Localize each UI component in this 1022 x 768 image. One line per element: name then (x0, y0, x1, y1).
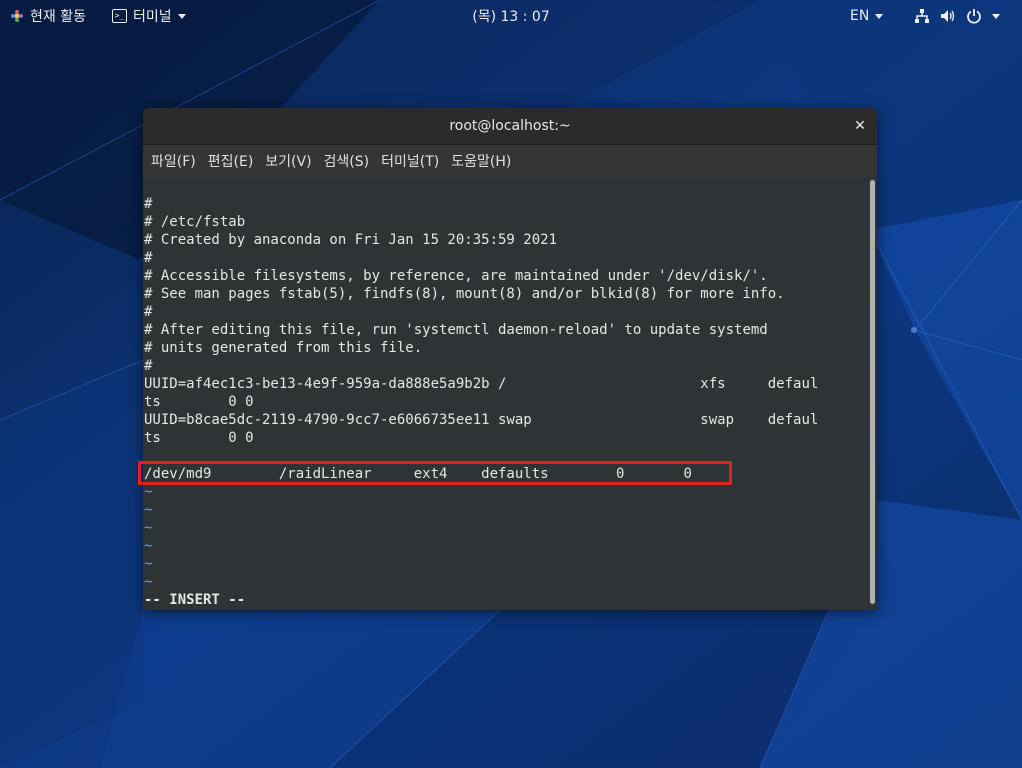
fstab-entry-highlighted: /dev/md9 /raidLinear ext4 defaults 0 0 (144, 466, 692, 482)
terminal-icon: >_ (112, 9, 127, 23)
language-selector[interactable]: EN (850, 0, 884, 32)
clock[interactable]: (목) 13 : 07 (472, 6, 550, 26)
empty-line-tilde: ~ (144, 502, 153, 518)
terminal-line: # After editing this file, run 'systemct… (144, 322, 768, 338)
terminal-content[interactable]: # # /etc/fstab # Created by anaconda on Fr… (143, 178, 867, 610)
power-icon (967, 9, 981, 24)
empty-line-tilde: ~ (144, 484, 153, 500)
terminal-window: root@localhost:~ ✕ 파일(F) 편집(E) 보기(V) 검색(… (143, 108, 877, 610)
top-bar: 현재 활동 >_ 터미널 (목) 13 : 07 EN (0, 0, 1022, 32)
terminal-line: # Accessible filesystems, by reference, … (144, 268, 768, 284)
terminal-line: # (144, 304, 153, 320)
menu-edit[interactable]: 편집(E) (202, 145, 260, 177)
terminal-line: # (144, 250, 153, 266)
activities-button[interactable]: 현재 활동 (10, 0, 86, 32)
menu-search[interactable]: 검색(S) (318, 145, 376, 177)
activities-label: 현재 활동 (30, 9, 86, 25)
empty-line-tilde: ~ (144, 574, 153, 590)
terminal-line: # units generated from this file. (144, 340, 423, 356)
close-button[interactable]: ✕ (851, 117, 869, 135)
empty-line-tilde: ~ (144, 520, 153, 536)
window-titlebar[interactable]: root@localhost:~ ✕ (143, 108, 877, 145)
scrollbar[interactable] (870, 180, 875, 604)
chevron-down-icon (875, 13, 884, 19)
menu-file[interactable]: 파일(F) (145, 145, 202, 177)
chevron-down-icon (992, 13, 1000, 19)
system-menu[interactable] (914, 0, 1000, 32)
language-label: EN (850, 8, 870, 24)
menu-bar: 파일(F) 편집(E) 보기(V) 검색(S) 터미널(T) 도움말(H) (143, 145, 877, 177)
menu-help[interactable]: 도움말(H) (445, 145, 517, 177)
app-menu-label: 터미널 (133, 9, 172, 25)
empty-line-tilde: ~ (144, 538, 153, 554)
menu-terminal[interactable]: 터미널(T) (375, 145, 445, 177)
terminal-line: UUID=af4ec1c3-be13-4e9f-959a-da888e5a9b2… (144, 376, 819, 392)
vim-mode-indicator: -- INSERT -- (144, 592, 246, 608)
terminal-line: # (144, 196, 153, 212)
activities-icon (11, 10, 23, 22)
chevron-down-icon (177, 13, 186, 19)
network-icon (915, 9, 929, 23)
empty-line-tilde: ~ (144, 556, 153, 572)
window-title: root@localhost:~ (449, 118, 571, 134)
terminal-line: # Created by anaconda on Fri Jan 15 20:3… (144, 232, 558, 248)
app-menu-button[interactable]: >_ 터미널 (112, 0, 186, 32)
terminal-line: # (144, 358, 153, 374)
terminal-line: ts 0 0 (144, 430, 254, 446)
terminal-line: UUID=b8cae5dc-2119-4790-9cc7-e6066735ee1… (144, 412, 819, 428)
close-icon: ✕ (854, 118, 866, 134)
volume-icon (941, 10, 955, 22)
terminal-line: ts 0 0 (144, 394, 254, 410)
menu-view[interactable]: 보기(V) (259, 145, 317, 177)
terminal-line: # /etc/fstab (144, 214, 246, 230)
terminal-line: # See man pages fstab(5), findfs(8), mou… (144, 286, 785, 302)
